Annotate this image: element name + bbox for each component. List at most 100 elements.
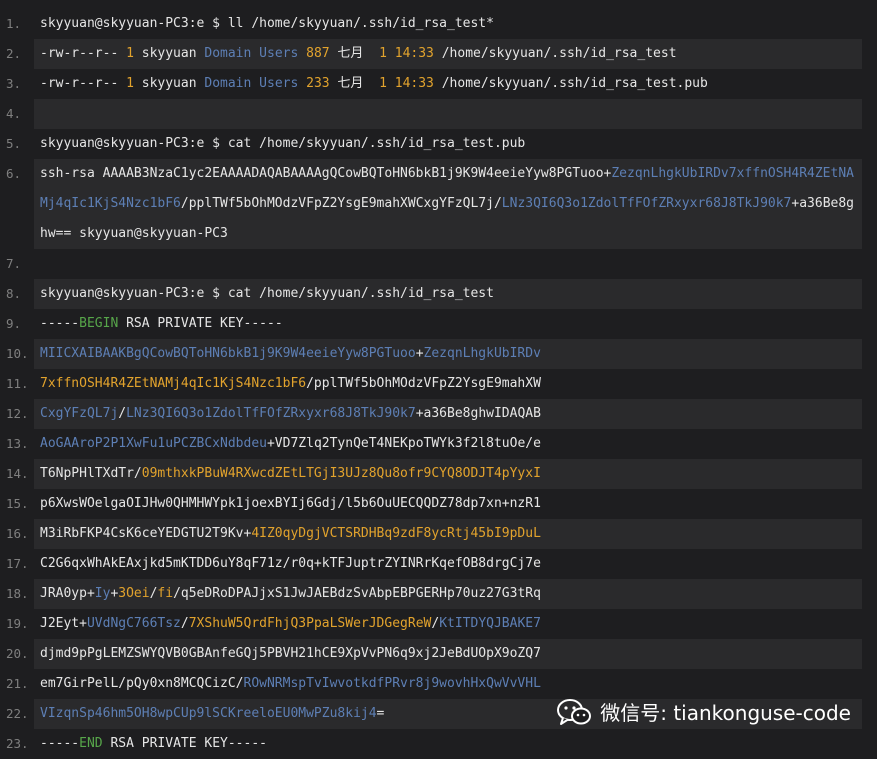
line-number: 14. — [6, 466, 29, 481]
line-content: T6NpPHlTXdTr/09mthxkPBuW4RXwcdZEtLTGjI3U… — [34, 459, 862, 489]
code-token: 7XShuW5QrdFhjQ3PpaLSWerJDGegReW — [188, 616, 432, 631]
code-token: skyyuan@skyyuan-PC3:e $ ll /home/skyyuan… — [40, 16, 494, 31]
code-line: 12. CxgYFzQL7j/LNz3QI6Q3o1ZdolTfFOfZRxyxr… — [0, 399, 877, 429]
code-token: LNz3QI6Q3o1ZdolTfFOfZRxyxr68J8TkJ90k7 — [501, 196, 792, 211]
code-line: 5. skyyuan@skyyuan-PC3:e $ cat /home/skyy… — [0, 129, 877, 159]
code-token: 4IZ0qyDgjVCTSRDHBq9zdF8ycRtj45bI9pDuL — [251, 526, 541, 541]
code-token: C2G6qxWhAkEAxjkd5mKTDD6uY8qF71z/r0q+kTFJ… — [40, 556, 541, 571]
code-token: = — [376, 706, 385, 721]
code-line: 19. J2Eyt+UVdNgC766Tsz/7XShuW5QrdFhjQ3Ppa… — [0, 609, 877, 639]
line-content: -rw-r--r-- 1 skyyuan Domain Users 887 七月… — [34, 39, 862, 69]
code-line: 11. 7xffnOSH4R4ZEtNAMj4qIc1KjS4Nzc1bF6/pp… — [0, 369, 877, 399]
line-content: JRA0yp+Iy+3Oei/fi/q5eDRoDPAJjxS1JwJAEBdz… — [34, 579, 862, 609]
line-content: em7GirPelL/pQy0xn8MCQCizC/ROwNRMspTvIwvo… — [34, 669, 862, 699]
code-token: 3Oei — [118, 586, 150, 601]
line-number: 16. — [6, 526, 29, 541]
line-number: 6. — [6, 166, 22, 181]
line-content: AoGAAroP2P1XwFu1uPCZBCxNdbdeu+VD7Zlq2Tyn… — [34, 429, 862, 459]
wechat-icon — [557, 698, 592, 725]
line-number: 5. — [6, 136, 22, 151]
code-token: / — [180, 616, 189, 631]
line-content: -----BEGIN RSA PRIVATE KEY----- — [34, 309, 862, 339]
code-token: J2Eyt+ — [40, 616, 87, 631]
code-token: 233 — [306, 76, 330, 91]
line-number: 18. — [6, 586, 29, 601]
code-token: KtITDYQJBAKE7 — [439, 616, 541, 631]
code-token: 1 — [126, 46, 134, 61]
code-token: CxgYFzQL7j — [40, 406, 119, 421]
line-content: J2Eyt+UVdNgC766Tsz/7XShuW5QrdFhjQ3PpaLSW… — [34, 609, 862, 639]
code-token: Iy — [94, 586, 111, 601]
line-content: MIICXAIBAAKBgQCowBQToHN6bkB1j9K9W4eeieYy… — [34, 339, 862, 369]
line-number: 20. — [6, 646, 29, 661]
code-token: 7xffnOSH4R4ZEtNAMj4qIc1KjS4Nzc1bF6 — [40, 376, 307, 391]
code-token: 887 — [306, 46, 330, 61]
code-line: 1. skyyuan@skyyuan-PC3:e $ ll /home/skyyu… — [0, 9, 877, 39]
line-number: 17. — [6, 556, 29, 571]
code-line: 17. C2G6qxWhAkEAxjkd5mKTDD6uY8qF71z/r0q+k… — [0, 549, 877, 579]
code-token: em7GirPelL/pQy0xn8MCQCizC/ — [40, 676, 244, 691]
line-number: 8. — [6, 286, 22, 301]
line-content: 7xffnOSH4R4ZEtNAMj4qIc1KjS4Nzc1bF6/pplTW… — [34, 369, 862, 399]
code-token: T6NpPHlTXdTr/ — [40, 466, 142, 481]
line-content: skyyuan@skyyuan-PC3:e $ ll /home/skyyuan… — [34, 9, 862, 39]
code-line: 16. M3iRbFKP4CsK6ceYEDGTU2T9Kv+4IZ0qyDgjV… — [0, 519, 877, 549]
code-token: -rw-r--r-- — [40, 76, 127, 91]
code-line: 23. -----END RSA PRIVATE KEY----- — [0, 729, 877, 759]
line-number: 12. — [6, 406, 29, 421]
line-number: 19. — [6, 616, 29, 631]
line-number: 2. — [6, 46, 22, 61]
line-content: p6XwsWOelgaOIJHw0QHMHWYpk1joexBYIj6Gdj/l… — [34, 489, 862, 519]
code-line: 18. JRA0yp+Iy+3Oei/fi/q5eDRoDPAJjxS1JwJAE… — [0, 579, 877, 609]
code-token: 七月 — [329, 76, 380, 91]
code-token: ----- — [40, 736, 80, 751]
code-token: LNz3QI6Q3o1ZdolTfFOfZRxyxr68J8TkJ90k7 — [126, 406, 416, 421]
code-block: 1. skyyuan@skyyuan-PC3:e $ ll /home/skyyu… — [0, 9, 877, 759]
watermark: 微信号: tiankonguse-code — [556, 697, 851, 726]
line-content: djmd9pPgLEMZSWYQVB0GBAnfeGQj5PBVH21hCE9X… — [34, 639, 862, 669]
line-number: 11. — [6, 376, 29, 391]
code-token: 09mthxkPBuW4RXwcdZEtLTGjI3UJz8Qu8ofr9CYQ… — [141, 466, 541, 481]
line-number: 3. — [6, 76, 22, 91]
line-content — [34, 99, 862, 129]
code-token: +VD7Zlq2TynQeT4NEKpoTWYk3f2l8tuOe/e — [266, 436, 541, 451]
code-token: -rw-r--r-- — [40, 46, 127, 61]
line-content: CxgYFzQL7j/LNz3QI6Q3o1ZdolTfFOfZRxyxr68J… — [34, 399, 862, 429]
code-token: skyyuan — [133, 46, 205, 61]
code-token: /pplTWf5bOhMOdzVFpZ2YsgE9mahXWCxgYFzQL7j… — [180, 196, 502, 211]
code-token: skyyuan@skyyuan-PC3:e $ cat /home/skyyua… — [40, 136, 526, 151]
line-content: M3iRbFKP4CsK6ceYEDGTU2T9Kv+4IZ0qyDgjVCTS… — [34, 519, 862, 549]
code-token: END — [79, 736, 103, 751]
code-line: 9. -----BEGIN RSA PRIVATE KEY----- — [0, 309, 877, 339]
code-line: 6. ssh-rsa AAAAB3NzaC1yc2EAAAADAQABAAAAgQ… — [0, 159, 877, 249]
code-token: skyyuan — [133, 76, 205, 91]
code-token: M3iRbFKP4CsK6ceYEDGTU2T9Kv+ — [40, 526, 252, 541]
code-line: 14. T6NpPHlTXdTr/09mthxkPBuW4RXwcdZEtLTGj… — [0, 459, 877, 489]
code-line: 21. em7GirPelL/pQy0xn8MCQCizC/ROwNRMspTvI… — [0, 669, 877, 699]
code-token: ROwNRMspTvIwvotkdfPRvr8j9wovhHxQwVvVHL — [243, 676, 541, 691]
code-token: p6XwsWOelgaOIJHw0QHMHWYpk1joexBYIj6Gdj/l… — [40, 496, 541, 511]
code-token: AoGAAroP2P1XwFu1uPCZBCxNdbdeu — [40, 436, 267, 451]
code-token: fi — [157, 586, 174, 601]
code-line: 15. p6XwsWOelgaOIJHw0QHMHWYpk1joexBYIj6Gd… — [0, 489, 877, 519]
line-content: C2G6qxWhAkEAxjkd5mKTDD6uY8qF71z/r0q+kTFJ… — [34, 549, 862, 579]
line-number: 21. — [6, 676, 29, 691]
code-token: djmd9pPgLEMZSWYQVB0GBAnfeGQj5PBVH21hCE9X… — [40, 646, 541, 661]
code-token: /q5eDRoDPAJjxS1JwJAEBdzSvAbpEBPGERHp70uz… — [173, 586, 541, 601]
code-token: / — [431, 616, 440, 631]
line-content: ssh-rsa AAAAB3NzaC1yc2EAAAADAQABAAAAgQCo… — [34, 159, 862, 249]
code-line: 3. -rw-r--r-- 1 skyyuan Domain Users 233 … — [0, 69, 877, 99]
line-content: skyyuan@skyyuan-PC3:e $ cat /home/skyyua… — [34, 279, 862, 309]
line-number: 4. — [6, 106, 22, 121]
code-line: 7. — [0, 249, 877, 279]
line-number: 10. — [6, 346, 29, 361]
code-token: +a36Be8ghwIDAQAB — [415, 406, 541, 421]
code-token: MIICXAIBAAKBgQCowBQToHN6bkB1j9K9W4eeieYy… — [40, 346, 416, 361]
code-token: 1 — [126, 76, 134, 91]
watermark-text: 微信号: tiankonguse-code — [600, 701, 851, 725]
line-number: 1. — [6, 16, 22, 31]
